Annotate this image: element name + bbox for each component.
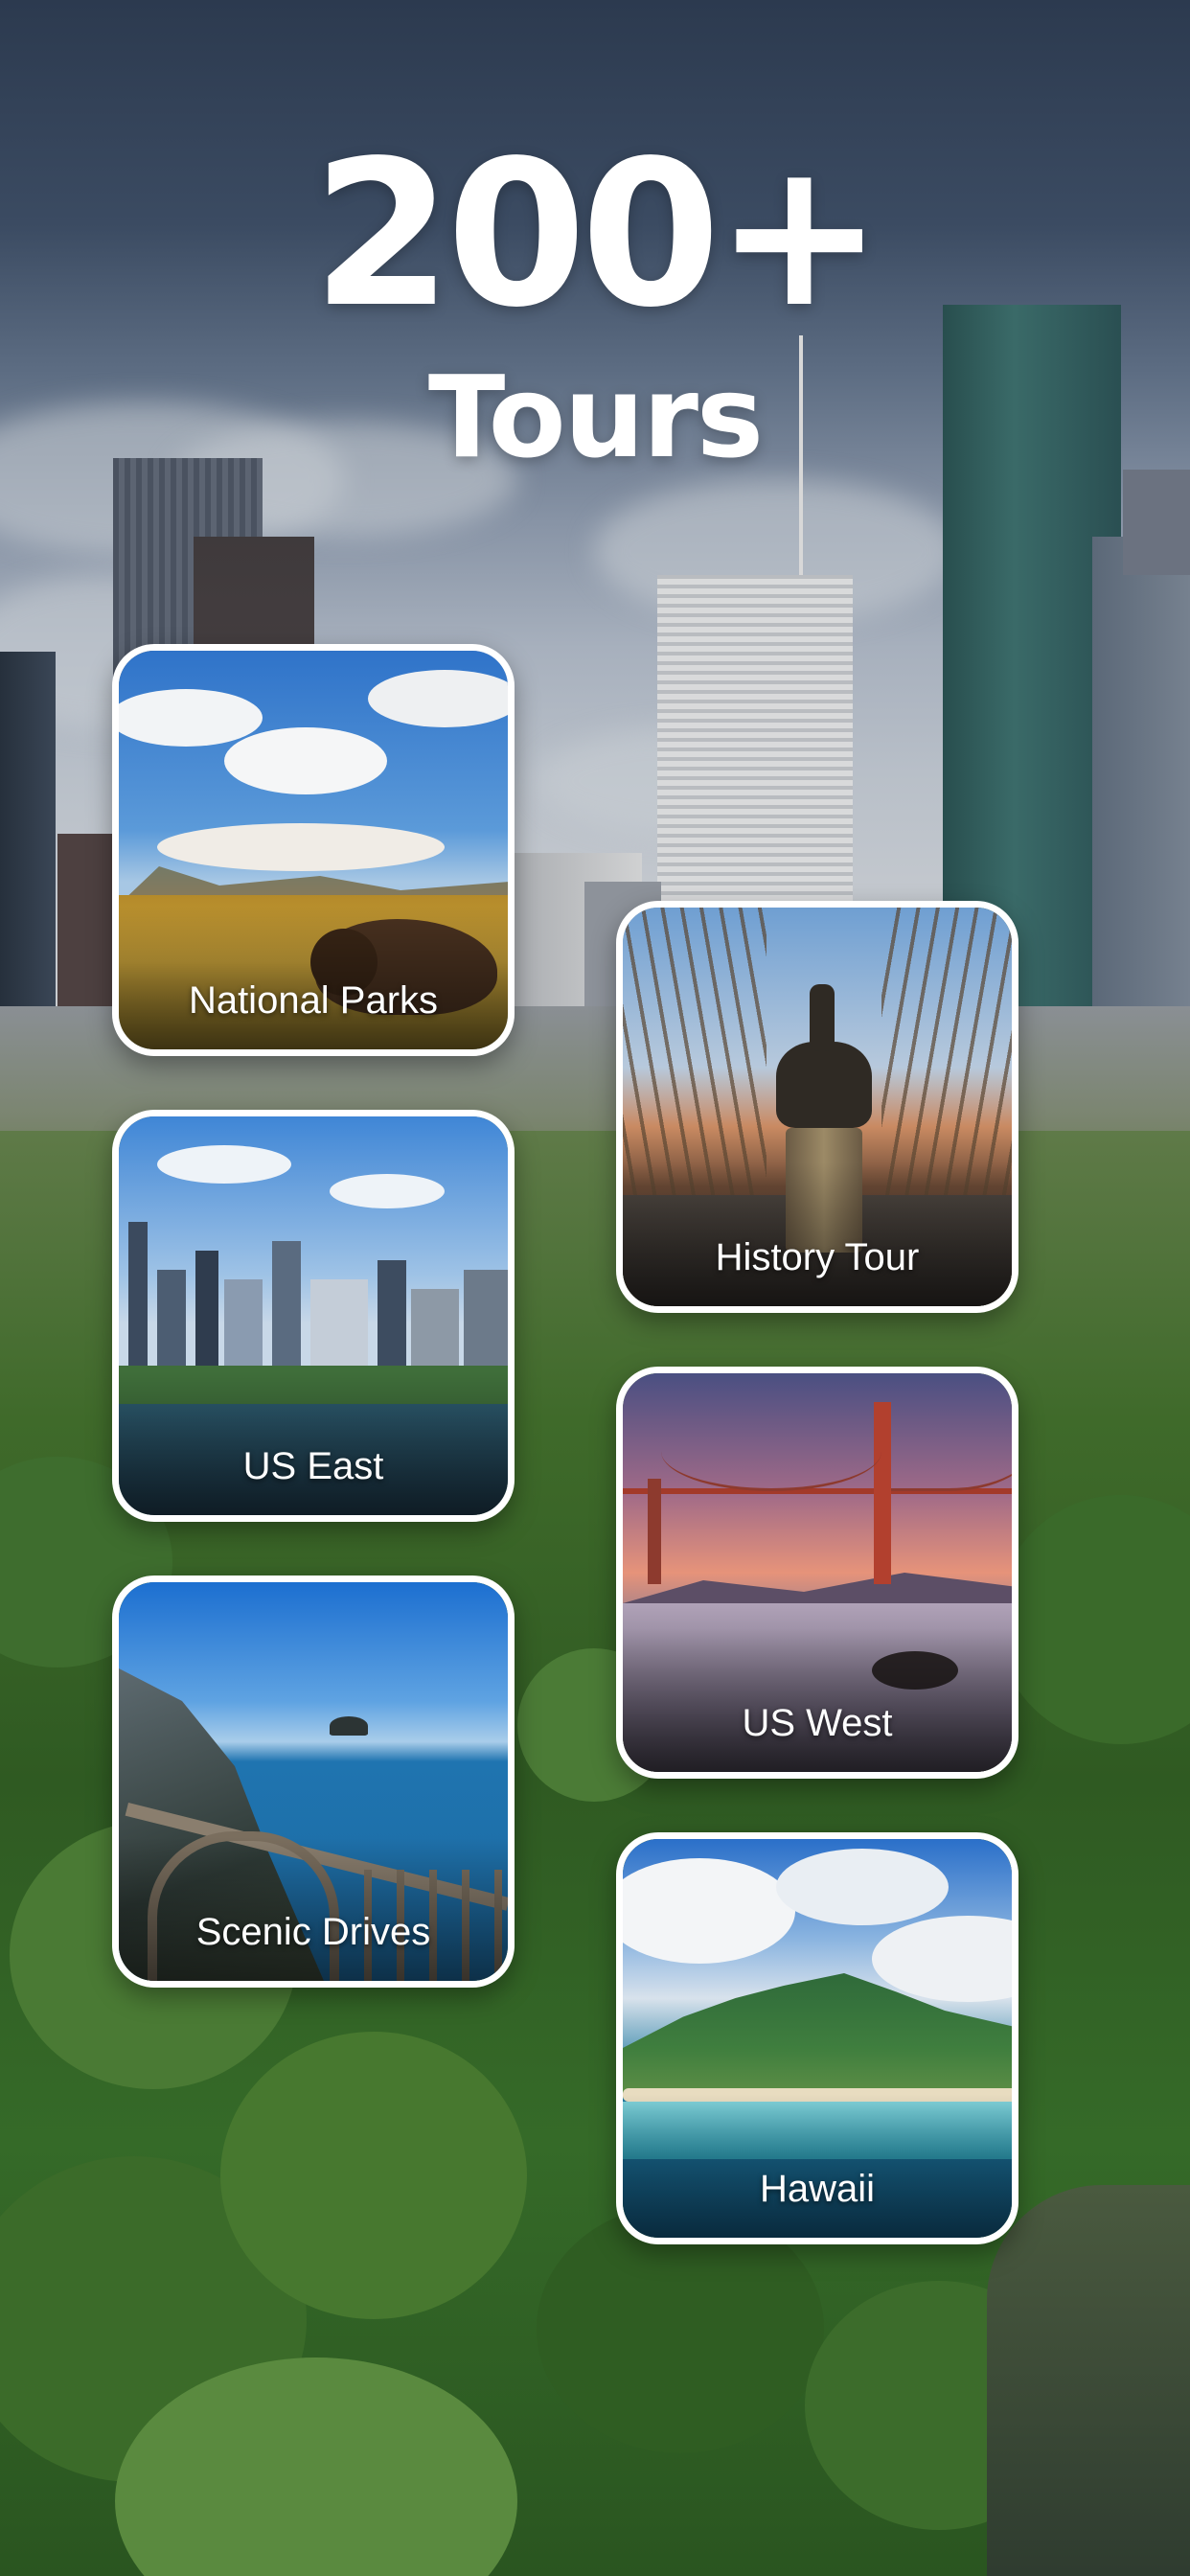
- headline-subtitle: Tours: [427, 351, 764, 483]
- card-us-east[interactable]: US East: [112, 1110, 515, 1522]
- card-label: National Parks: [188, 979, 439, 1022]
- card-label: Scenic Drives: [195, 1911, 431, 1953]
- card-us-west[interactable]: US West: [616, 1367, 1018, 1779]
- card-label: Hawaii: [759, 2168, 876, 2210]
- card-hawaii[interactable]: Hawaii: [616, 1832, 1018, 2244]
- card-history-tour[interactable]: History Tour: [616, 901, 1018, 1313]
- card-label: US East: [242, 1445, 384, 1487]
- card-national-parks[interactable]: National Parks: [112, 644, 515, 1056]
- card-label: US West: [742, 1702, 893, 1744]
- headline-count: 200+: [311, 117, 883, 352]
- card-label: History Tour: [715, 1236, 920, 1278]
- card-scenic-drives[interactable]: Scenic Drives: [112, 1576, 515, 1988]
- tower-left: [0, 652, 56, 1054]
